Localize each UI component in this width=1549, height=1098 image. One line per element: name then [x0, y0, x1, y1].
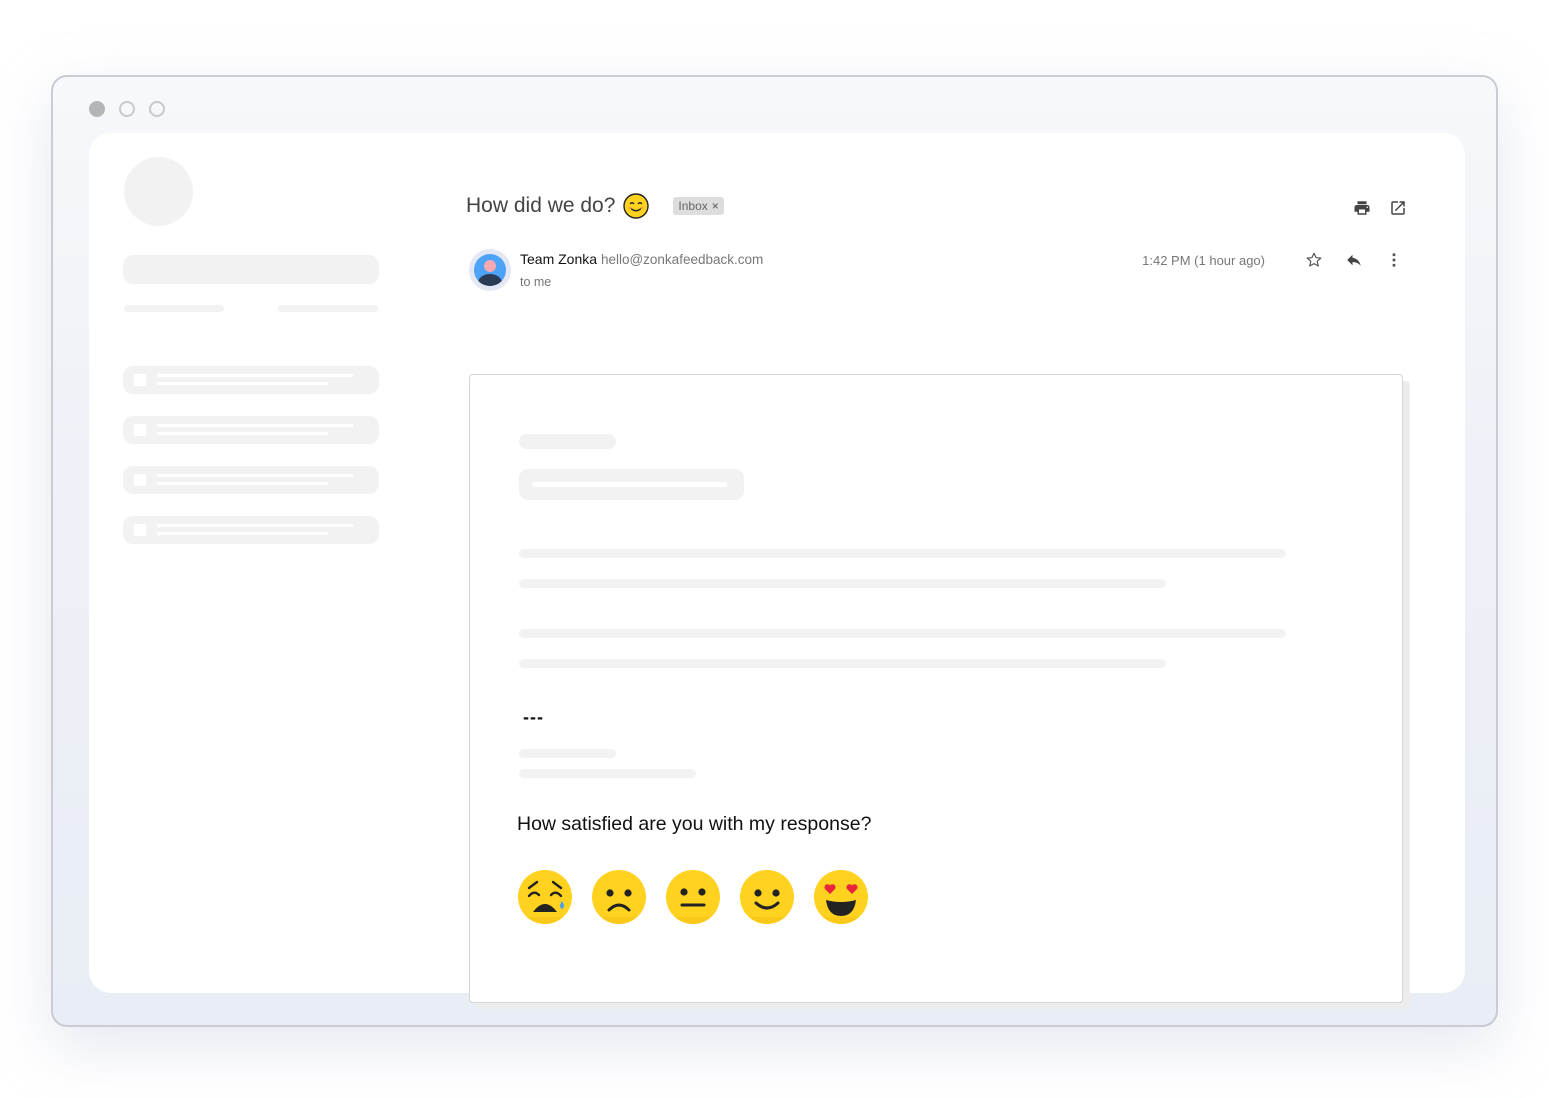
reply-button[interactable] [1345, 251, 1363, 269]
browser-window: How did we do? Inbox × Team Zonka hello@… [51, 75, 1498, 1027]
smiling-face-icon [623, 193, 650, 219]
star-icon [1306, 252, 1322, 267]
sidebar-compose-placeholder [123, 255, 379, 284]
inbox-label-badge: Inbox × [673, 197, 724, 215]
signature-placeholder [519, 749, 616, 758]
message-body: --- How satisfied are you with my respon… [469, 374, 1403, 1003]
window-minimize-button[interactable] [119, 101, 135, 117]
signature-placeholder [519, 769, 696, 778]
email-toolbar [1353, 199, 1407, 217]
rating-satisfied-button[interactable] [739, 869, 795, 925]
print-button[interactable] [1353, 199, 1371, 217]
message-meta: 1:42 PM (1 hour ago) [1142, 251, 1403, 269]
subject-text: How did we do? [466, 194, 616, 217]
rating-very-dissatisfied-button[interactable] [517, 869, 573, 925]
text-placeholder [519, 579, 1166, 588]
print-icon [1354, 201, 1370, 215]
text-placeholder [519, 549, 1286, 558]
window-close-button[interactable] [89, 101, 105, 117]
email-subject: How did we do? Inbox × [466, 193, 724, 219]
text-placeholder [519, 434, 616, 449]
star-button[interactable] [1305, 251, 1323, 269]
open-in-new-icon [1391, 201, 1405, 215]
rating-very-satisfied-button[interactable] [813, 869, 869, 925]
sidebar-item-placeholder[interactable] [123, 516, 379, 544]
button-placeholder [519, 469, 744, 500]
sender-info: Team Zonka hello@zonkafeedback.com [520, 251, 763, 267]
window-maximize-button[interactable] [149, 101, 165, 117]
label-text: Inbox [678, 199, 708, 213]
more-vert-icon [1392, 253, 1396, 267]
sender-email: hello@zonkafeedback.com [600, 252, 764, 267]
rating-neutral-button[interactable] [665, 869, 721, 925]
signature-separator: --- [523, 707, 544, 727]
open-in-new-window-button[interactable] [1389, 199, 1407, 217]
text-placeholder [519, 629, 1286, 638]
sidebar-line-placeholder [278, 305, 378, 312]
recipient-details[interactable]: to me [520, 275, 551, 289]
sidebar-avatar-placeholder [124, 157, 193, 226]
rating-dissatisfied-button[interactable] [591, 869, 647, 925]
email-client-panel: How did we do? Inbox × Team Zonka hello@… [89, 133, 1465, 1009]
sender-avatar[interactable] [469, 249, 511, 291]
sidebar-line-placeholder [124, 305, 224, 312]
timestamp: 1:42 PM (1 hour ago) [1142, 252, 1265, 268]
reply-icon [1347, 254, 1361, 266]
sidebar-item-placeholder[interactable] [123, 466, 379, 494]
survey-rating-options [517, 869, 869, 925]
more-options-button[interactable] [1385, 251, 1403, 269]
sidebar-item-placeholder[interactable] [123, 366, 379, 394]
text-placeholder [519, 659, 1166, 668]
sidebar-item-placeholder[interactable] [123, 416, 379, 444]
survey-question: How satisfied are you with my response? [517, 813, 872, 835]
remove-label-button[interactable]: × [712, 199, 719, 213]
sender-name[interactable]: Team Zonka [520, 251, 597, 267]
